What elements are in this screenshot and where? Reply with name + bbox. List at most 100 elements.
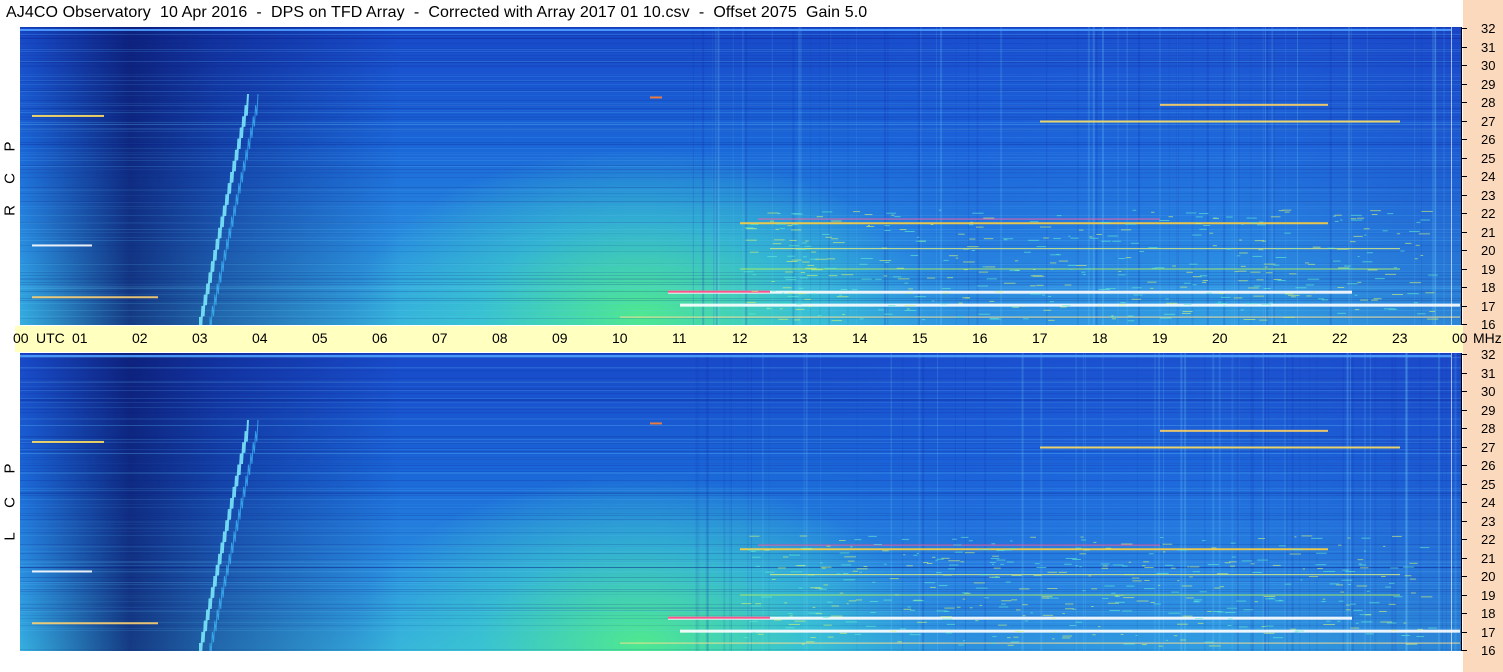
background-streak [20,553,1461,554]
speckle [938,209,942,211]
speckle [1415,244,1420,246]
utc-tick-label: 16 [972,330,988,346]
speckle [1379,610,1387,612]
speckle [1001,600,1012,602]
speckle [915,240,926,242]
speckle [1010,641,1020,643]
speckle [1065,603,1074,605]
speckle [910,254,919,256]
background-streak [20,457,1461,458]
speckle [1091,588,1098,590]
speckle [1036,246,1047,248]
speckle [785,627,795,629]
background-streak [20,368,1461,369]
speckle [1345,571,1356,573]
speckle [1102,597,1109,599]
speckle [1144,588,1155,590]
vertical-stripe [819,353,821,651]
frequency-tick-mark [1461,354,1467,355]
speckle [949,564,959,566]
speckle [1338,267,1350,269]
background-streak [20,463,1461,464]
utc-tick-label: 23 [1392,330,1408,346]
vertical-stripe [745,27,748,325]
speckle [1177,580,1180,582]
vertical-stripe [955,27,957,325]
speckle [1332,215,1336,217]
frequency-tick-mark [1461,613,1467,614]
speckle [1284,583,1292,585]
vertical-stripe [730,353,732,651]
background-streak [20,608,1461,609]
frequency-tick-mark [1461,650,1467,651]
speckle [1354,294,1358,296]
speckle [1118,274,1126,276]
speckle [901,538,910,540]
speckle [1289,553,1301,555]
background-streak [20,116,1461,117]
speckle [1361,621,1373,623]
frequency-tick-mark [1461,176,1467,177]
speckle [843,573,849,575]
speckle [1353,235,1363,237]
background-streak [20,233,1461,234]
speckle [867,225,871,227]
speckle [1202,280,1208,282]
background-streak [20,508,1461,509]
speckle [1336,584,1344,586]
speckle [787,225,793,227]
background-streak [20,318,1461,319]
background-streak [20,190,1461,191]
interference-line [620,642,1460,644]
speckle [1184,282,1191,284]
speckle [1338,544,1342,546]
speckle [991,563,995,565]
speckle [1278,545,1286,547]
speckle [904,309,917,311]
speckle [1403,622,1407,624]
speckle [1218,301,1222,303]
vertical-stripe [1299,353,1301,651]
frequency-tick-label: 20 [1481,243,1496,258]
vertical-stripe [798,27,801,325]
speckle [906,292,912,294]
speckle [1419,547,1430,549]
speckle [1011,574,1022,576]
speckle [788,623,800,625]
speckle [1241,223,1244,225]
speckle [1315,564,1327,566]
background-streak [20,288,1461,289]
speckle [1360,299,1368,301]
speckle [1043,309,1052,311]
speckle [832,242,845,244]
speckle [1226,216,1233,218]
speckle [875,278,882,280]
speckle [812,606,816,608]
speckle [1219,293,1224,295]
speckle [894,594,900,596]
speckle [1383,308,1396,310]
speckle [1122,565,1128,567]
vertical-stripe [771,27,773,325]
speckle [979,574,990,576]
speckle [1036,284,1044,286]
interference-line [1160,103,1328,106]
background-streak [20,119,1461,120]
speckle [1238,270,1247,272]
speckle [854,539,862,541]
utc-tick-label: 13 [792,330,808,346]
frequency-tick-label: 26 [1481,132,1496,147]
speckle [927,277,936,279]
speckle [1256,279,1264,281]
speckle [1153,603,1161,605]
speckle [1050,254,1062,256]
speckle [1111,318,1117,320]
speckle [881,247,888,249]
vertical-stripe [1092,27,1095,325]
vertical-stripe [976,27,979,325]
vertical-stripe [954,353,956,651]
speckle [799,277,808,279]
background-streak [20,52,1461,53]
speckle [916,236,920,238]
vertical-stripe [1454,353,1457,651]
